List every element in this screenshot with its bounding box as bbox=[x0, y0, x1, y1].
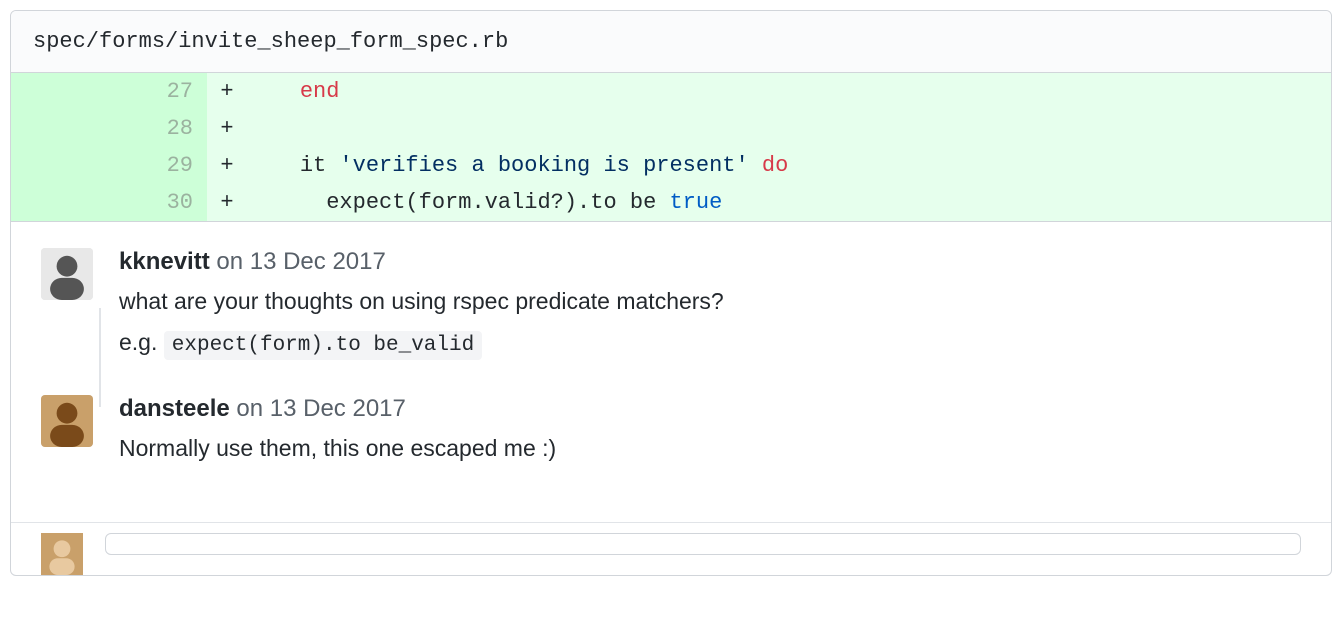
reply-input[interactable] bbox=[105, 533, 1301, 555]
code-content: end bbox=[247, 73, 1331, 110]
file-path-header[interactable]: spec/forms/invite_sheep_form_spec.rb bbox=[11, 11, 1331, 73]
new-line-number: 29 bbox=[109, 147, 207, 184]
comment-body: dansteele on 13 Dec 2017 Normally use the… bbox=[119, 395, 1301, 472]
avatar[interactable] bbox=[41, 395, 93, 447]
code-content bbox=[247, 110, 1331, 147]
old-line-number bbox=[11, 147, 109, 184]
diff-table: 27+ end28+29+ it 'verifies a booking is … bbox=[11, 73, 1331, 221]
review-comment: kknevitt on 13 Dec 2017 what are your tho… bbox=[41, 248, 1301, 367]
diff-line[interactable]: 28+ bbox=[11, 110, 1331, 147]
comment-text: what are your thoughts on using rspec pr… bbox=[119, 284, 1301, 319]
comment-author[interactable]: dansteele bbox=[119, 395, 230, 422]
avatar[interactable] bbox=[41, 248, 93, 300]
diff-sign: + bbox=[207, 184, 247, 221]
old-line-number bbox=[11, 73, 109, 110]
diff-sign: + bbox=[207, 73, 247, 110]
comment-date[interactable]: on 13 Dec 2017 bbox=[216, 248, 385, 275]
new-line-number: 30 bbox=[109, 184, 207, 221]
comment-text: e.g. expect(form).to be_valid bbox=[119, 325, 1301, 362]
comments-section: kknevitt on 13 Dec 2017 what are your tho… bbox=[11, 221, 1331, 522]
review-comment: dansteele on 13 Dec 2017 Normally use the… bbox=[41, 395, 1301, 472]
diff-line[interactable]: 27+ end bbox=[11, 73, 1331, 110]
new-line-number: 28 bbox=[109, 110, 207, 147]
code-content: it 'verifies a booking is present' do bbox=[247, 147, 1331, 184]
reply-area bbox=[11, 522, 1331, 575]
avatar[interactable] bbox=[41, 533, 83, 575]
comment-author[interactable]: kknevitt bbox=[119, 248, 210, 275]
comment-header: kknevitt on 13 Dec 2017 bbox=[119, 248, 1301, 276]
comment-date[interactable]: on 13 Dec 2017 bbox=[236, 395, 405, 422]
code-content: expect(form.valid?).to be true bbox=[247, 184, 1331, 221]
file-path: spec/forms/invite_sheep_form_spec.rb bbox=[33, 29, 508, 54]
comment-body: kknevitt on 13 Dec 2017 what are your tho… bbox=[119, 248, 1301, 367]
code-review-panel: spec/forms/invite_sheep_form_spec.rb 27+… bbox=[10, 10, 1332, 576]
diff-line[interactable]: 30+ expect(form.valid?).to be true bbox=[11, 184, 1331, 221]
comment-header: dansteele on 13 Dec 2017 bbox=[119, 395, 1301, 423]
timeline-connector bbox=[99, 308, 101, 407]
diff-sign: + bbox=[207, 147, 247, 184]
inline-code: expect(form).to be_valid bbox=[164, 331, 482, 360]
diff-line[interactable]: 29+ it 'verifies a booking is present' d… bbox=[11, 147, 1331, 184]
diff-sign: + bbox=[207, 110, 247, 147]
comment-text: Normally use them, this one escaped me :… bbox=[119, 431, 1301, 466]
old-line-number bbox=[11, 110, 109, 147]
old-line-number bbox=[11, 184, 109, 221]
new-line-number: 27 bbox=[109, 73, 207, 110]
